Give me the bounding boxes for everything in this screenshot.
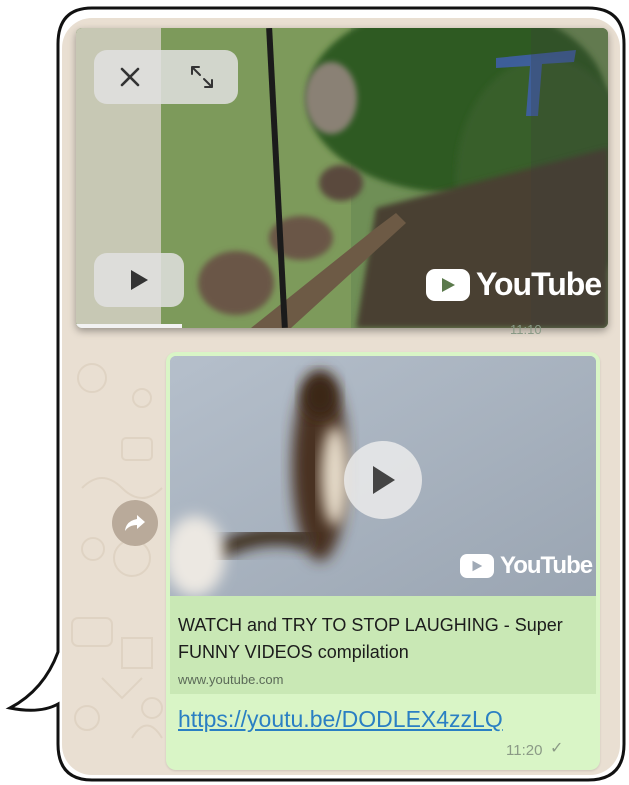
previous-message-time: 11:10 xyxy=(510,322,542,337)
youtube-logo: YouTube xyxy=(426,266,602,303)
forward-button[interactable] xyxy=(112,500,158,546)
link-preview[interactable]: WATCH and TRY TO STOP LAUGHING - Super F… xyxy=(170,596,596,694)
progress-bar[interactable] xyxy=(76,324,183,328)
play-button[interactable] xyxy=(94,253,184,307)
youtube-play-icon xyxy=(426,268,470,301)
outgoing-message[interactable]: YouTube WATCH and TRY TO STOP LAUGHING -… xyxy=(166,352,600,770)
message-time: 11:20 xyxy=(506,742,543,759)
single-check-icon: ✓ xyxy=(550,740,564,757)
link-preview-domain: www.youtube.com xyxy=(178,672,284,687)
play-icon xyxy=(373,466,395,494)
expand-icon xyxy=(191,66,213,88)
youtube-logo: YouTube xyxy=(460,552,593,580)
close-icon xyxy=(120,67,140,87)
video-thumbnail[interactable]: YouTube xyxy=(170,356,596,596)
video-play-button[interactable] xyxy=(344,441,422,519)
expand-button[interactable] xyxy=(166,50,238,104)
forward-icon xyxy=(125,515,145,531)
youtube-mini-player[interactable]: YouTube xyxy=(76,28,608,328)
youtube-play-icon xyxy=(460,554,494,578)
pip-controls xyxy=(94,50,238,104)
message-link[interactable]: https://youtu.be/DODLEX4zzLQ xyxy=(178,706,503,733)
youtube-logo-text: YouTube xyxy=(476,266,602,302)
close-button[interactable] xyxy=(94,50,166,104)
play-icon xyxy=(131,270,148,290)
youtube-logo-text: YouTube xyxy=(500,552,593,579)
link-preview-title: WATCH and TRY TO STOP LAUGHING - Super F… xyxy=(178,615,563,662)
